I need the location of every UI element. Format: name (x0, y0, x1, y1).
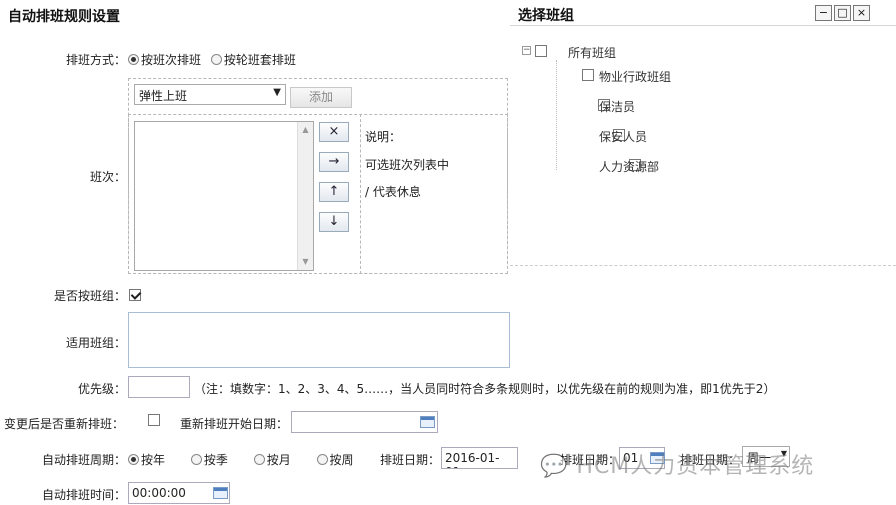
rerun-start-label: 重新排班开始日期： (179, 417, 288, 431)
cycle-radio-month[interactable] (253, 454, 265, 465)
cycle-option-year[interactable]: 按年 (141, 453, 165, 467)
collapse-icon[interactable]: − (522, 46, 531, 55)
move-down-button[interactable]: ↓ (319, 212, 349, 232)
note-title: 说明： (365, 130, 402, 144)
by-group-checkbox[interactable] (129, 289, 141, 301)
rerun-start-input[interactable] (291, 411, 438, 433)
tree-root[interactable]: 所有班组 (568, 44, 616, 61)
mode-label: 排班方式： (65, 53, 126, 67)
item-checkbox[interactable] (581, 69, 594, 81)
rerun-checkbox[interactable] (147, 414, 160, 426)
clock-icon[interactable] (213, 487, 228, 499)
move-up-button[interactable]: ↑ (319, 182, 349, 202)
cycle-option-quarter[interactable]: 按季 (204, 453, 228, 467)
mode-option-shift[interactable]: 按班次排班 (141, 53, 201, 67)
tree-item[interactable]: 保安人员 (599, 128, 647, 145)
minimize-button[interactable]: − (815, 5, 832, 21)
mode-radio-shift[interactable] (128, 54, 139, 65)
shift-select[interactable]: 弹性上班 ▼ (134, 84, 286, 105)
mode-radio-rotation[interactable] (210, 54, 222, 65)
shift-label: 班次： (89, 170, 126, 184)
tree-item[interactable]: 人力资源部 (599, 158, 659, 175)
listbox-scrollbar[interactable]: ▲ ▼ (297, 122, 313, 270)
maximize-button[interactable]: □ (834, 5, 851, 21)
calendar-icon[interactable] (420, 416, 435, 428)
priority-note: （注：填数字：1、2、3、4、5……，当人员同时符合多条规则时，以优先级在前的规… (194, 382, 776, 396)
chevron-down-icon: ▼ (273, 87, 281, 98)
date-input[interactable]: 2016-01-01 (441, 447, 518, 469)
close-button[interactable]: × (853, 5, 870, 21)
by-group-label: 是否按班组： (53, 289, 126, 303)
watermark: 💬 HCM人力资本管理系统 (540, 448, 814, 480)
time-label: 自动排班时间： (41, 488, 126, 502)
tree-connector (556, 60, 557, 170)
cycle-option-month[interactable]: 按月 (267, 453, 291, 467)
priority-label: 优先级： (77, 382, 126, 396)
mode-radio-group: 按班次排班 按轮班套排班 (128, 51, 296, 68)
group-panel-divider (510, 265, 896, 266)
tree-item[interactable]: 物业行政班组 (599, 68, 671, 85)
applicable-group-field[interactable] (128, 312, 510, 368)
watermark-text: HCM人力资本管理系统 (576, 454, 815, 479)
cycle-radio-quarter[interactable] (190, 454, 202, 465)
clipped-row-fragment (64, 22, 184, 28)
remove-button[interactable]: × (319, 122, 349, 142)
move-right-button[interactable]: → (319, 152, 349, 172)
add-button[interactable]: 添加 (290, 87, 352, 108)
group-panel-title: 选择班组 (518, 8, 574, 24)
applicable-group-label: 适用班组： (65, 336, 126, 350)
rerun-label: 变更后是否重新排班： (4, 417, 125, 431)
shift-listbox[interactable]: ▲ ▼ (134, 121, 314, 271)
date-label: 排班日期： (380, 453, 441, 467)
wechat-icon: 💬 (540, 454, 569, 479)
mode-option-rotation[interactable]: 按轮班套排班 (224, 53, 296, 67)
cycle-radio-week[interactable] (316, 454, 328, 465)
cycle-option-week[interactable]: 按周 (330, 453, 354, 467)
root-checkbox[interactable] (535, 45, 547, 57)
shift-divider (360, 114, 361, 274)
scroll-down-icon[interactable]: ▼ (298, 257, 313, 266)
cycle-label: 自动排班周期： (41, 453, 126, 467)
group-panel: 选择班组 − □ × − 所有班组 物业行政班组 保洁员 保安人员 人力资源部 (510, 0, 896, 290)
shift-select-value: 弹性上班 (139, 89, 188, 103)
cycle-radio-year[interactable] (128, 454, 139, 465)
priority-input[interactable] (128, 376, 190, 398)
cycle-radio-group: 按年 按季 按月 按周 (128, 451, 354, 468)
tree-item[interactable]: 保洁员 (599, 98, 635, 115)
scroll-up-icon[interactable]: ▲ (298, 125, 313, 134)
note-line-1: 可选班次列表中 (365, 158, 450, 172)
note-line-2: / 代表休息 (365, 185, 421, 199)
